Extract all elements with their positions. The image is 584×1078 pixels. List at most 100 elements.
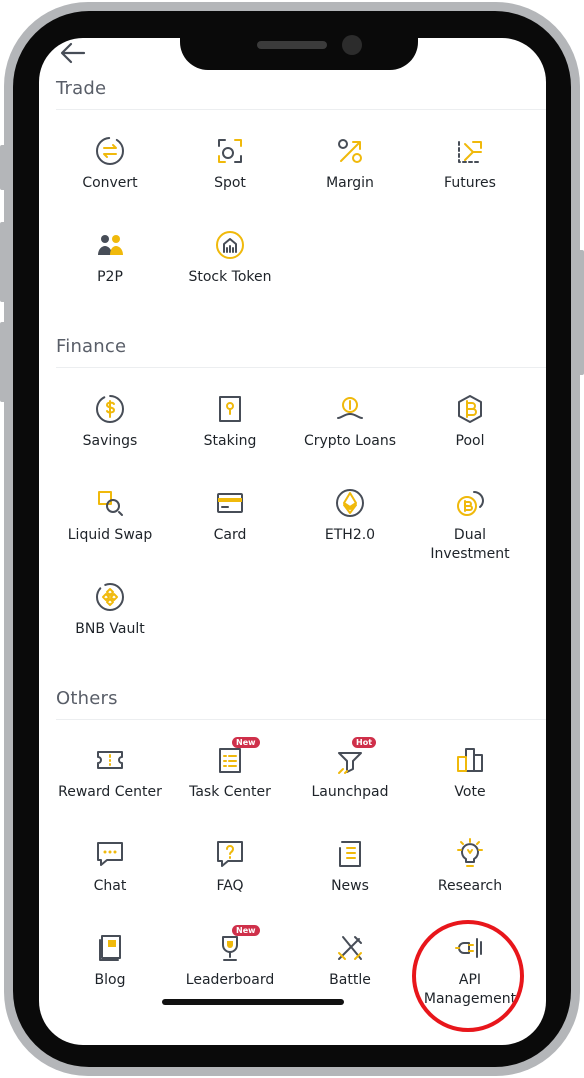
menu-item-spot[interactable]: Spot bbox=[170, 134, 290, 228]
menu-item-news[interactable]: News bbox=[290, 837, 410, 931]
badge-hot: Hot bbox=[352, 737, 377, 748]
menu-item-convert[interactable]: Convert bbox=[50, 134, 170, 228]
section-title-finance: Finance bbox=[56, 336, 127, 357]
menu-item-margin[interactable]: Margin bbox=[290, 134, 410, 228]
p2p-icon bbox=[98, 235, 123, 255]
menu-item-label: Blog bbox=[94, 972, 126, 988]
menu-item-label: P2P bbox=[97, 269, 123, 285]
menu-item-label: Staking bbox=[203, 433, 257, 449]
finance-grid: Savings Staking Crypto Loans Pool Liquid Swa… bbox=[50, 392, 530, 674]
divider bbox=[56, 109, 546, 110]
menu-item-label: Chat bbox=[93, 878, 127, 894]
menu-item-launchpad[interactable]: Hot Launchpad bbox=[290, 737, 410, 837]
menu-item-label: Futures bbox=[444, 175, 496, 191]
menu-item-label: Margin bbox=[326, 175, 374, 191]
menu-item-eth2[interactable]: ETH2.0 bbox=[290, 486, 410, 580]
convert-icon bbox=[96, 137, 124, 165]
highlight-circle bbox=[412, 920, 524, 1032]
chat-icon bbox=[97, 842, 123, 866]
menu-item-dual-investment[interactable]: Dual Investment bbox=[410, 486, 530, 580]
menu-item-label: News bbox=[331, 878, 369, 894]
menu-item-label: BNB Vault bbox=[75, 621, 145, 637]
menu-item-label: Savings bbox=[82, 433, 138, 449]
menu-item-label: Spot bbox=[214, 175, 246, 191]
side-button bbox=[0, 145, 6, 190]
menu-item-label: Pool bbox=[455, 433, 485, 449]
savings-icon bbox=[96, 395, 124, 423]
bnb-vault-icon bbox=[96, 583, 124, 611]
menu-item-chat[interactable]: Chat bbox=[50, 837, 170, 931]
menu-item-card[interactable]: Card bbox=[170, 486, 290, 580]
front-camera bbox=[342, 35, 362, 55]
section-title-others: Others bbox=[56, 688, 118, 709]
menu-item-label: ETH2.0 bbox=[324, 527, 376, 543]
menu-item-stock-token[interactable]: Stock Token bbox=[170, 228, 290, 322]
divider bbox=[56, 367, 546, 368]
menu-item-liquid-swap[interactable]: Liquid Swap bbox=[50, 486, 170, 580]
menu-item-task-center[interactable]: New Task Center bbox=[170, 737, 290, 837]
menu-item-label: Battle bbox=[329, 972, 371, 988]
menu-item-label: Stock Token bbox=[188, 269, 272, 285]
futures-icon bbox=[458, 141, 482, 163]
battle-icon bbox=[338, 936, 362, 960]
blog-icon bbox=[99, 935, 121, 961]
home-indicator[interactable] bbox=[162, 999, 344, 1005]
menu-item-battle[interactable]: Battle bbox=[290, 931, 410, 1025]
task-center-icon bbox=[219, 748, 241, 773]
spot-icon bbox=[218, 139, 242, 163]
speaker bbox=[257, 41, 327, 49]
menu-item-label: Launchpad bbox=[311, 784, 389, 800]
menu-item-label: Reward Center bbox=[58, 784, 162, 800]
launchpad-icon bbox=[338, 752, 362, 774]
menu-item-label: Convert bbox=[82, 175, 138, 191]
margin-icon bbox=[338, 139, 362, 163]
menu-item-pool[interactable]: Pool bbox=[410, 392, 530, 486]
menu-item-label: Research bbox=[437, 878, 503, 894]
news-icon bbox=[339, 841, 361, 867]
side-button bbox=[0, 222, 6, 302]
menu-item-label: Card bbox=[213, 527, 247, 543]
menu-item-label: Vote bbox=[454, 784, 486, 800]
pool-icon bbox=[458, 395, 482, 423]
menu-item-reward-center[interactable]: Reward Center bbox=[50, 743, 170, 837]
liquid-swap-icon bbox=[98, 491, 123, 516]
divider bbox=[56, 719, 546, 720]
back-arrow-icon[interactable] bbox=[59, 40, 87, 66]
menu-item-vote[interactable]: Vote bbox=[410, 743, 530, 837]
menu-item-p2p[interactable]: P2P bbox=[50, 228, 170, 322]
menu-item-research[interactable]: Research bbox=[410, 837, 530, 931]
staking-icon bbox=[219, 396, 241, 422]
camera-notch bbox=[180, 35, 418, 70]
trade-grid: Convert Spot Margin Futures P2P Stock Token bbox=[50, 134, 530, 322]
screen: Trade Convert Spot Margin Futures P2P Stock T… bbox=[39, 38, 546, 1045]
menu-item-label: FAQ bbox=[216, 878, 244, 894]
card-icon bbox=[217, 493, 243, 513]
menu-item-blog[interactable]: Blog bbox=[50, 931, 170, 1025]
menu-item-crypto-loans[interactable]: Crypto Loans bbox=[290, 392, 410, 486]
menu-item-label: Dual Investment bbox=[430, 527, 510, 562]
badge-new: New bbox=[232, 737, 260, 748]
badge-new: New bbox=[232, 925, 260, 936]
stock-token-icon bbox=[216, 231, 244, 259]
menu-item-label: Liquid Swap bbox=[67, 527, 153, 543]
menu-item-leaderboard[interactable]: New Leaderboard bbox=[170, 925, 290, 1025]
dual-investment-icon bbox=[457, 491, 484, 516]
leaderboard-icon bbox=[222, 936, 238, 961]
vote-icon bbox=[457, 748, 483, 772]
side-button bbox=[0, 322, 6, 402]
menu-item-staking[interactable]: Staking bbox=[170, 392, 290, 486]
reward-center-icon bbox=[97, 751, 123, 769]
faq-icon bbox=[217, 841, 243, 867]
menu-item-savings[interactable]: Savings bbox=[50, 392, 170, 486]
menu-item-label: Leaderboard bbox=[185, 972, 275, 988]
menu-item-bnb-vault[interactable]: BNB Vault bbox=[50, 580, 170, 674]
research-icon bbox=[457, 838, 483, 867]
menu-item-label: Crypto Loans bbox=[303, 433, 397, 449]
eth2-icon bbox=[336, 489, 364, 517]
menu-item-futures[interactable]: Futures bbox=[410, 134, 530, 228]
side-button bbox=[578, 250, 584, 375]
menu-item-label: Task Center bbox=[189, 784, 271, 800]
menu-item-faq[interactable]: FAQ bbox=[170, 837, 290, 931]
section-title-trade: Trade bbox=[56, 78, 107, 99]
crypto-loans-icon bbox=[337, 397, 363, 419]
